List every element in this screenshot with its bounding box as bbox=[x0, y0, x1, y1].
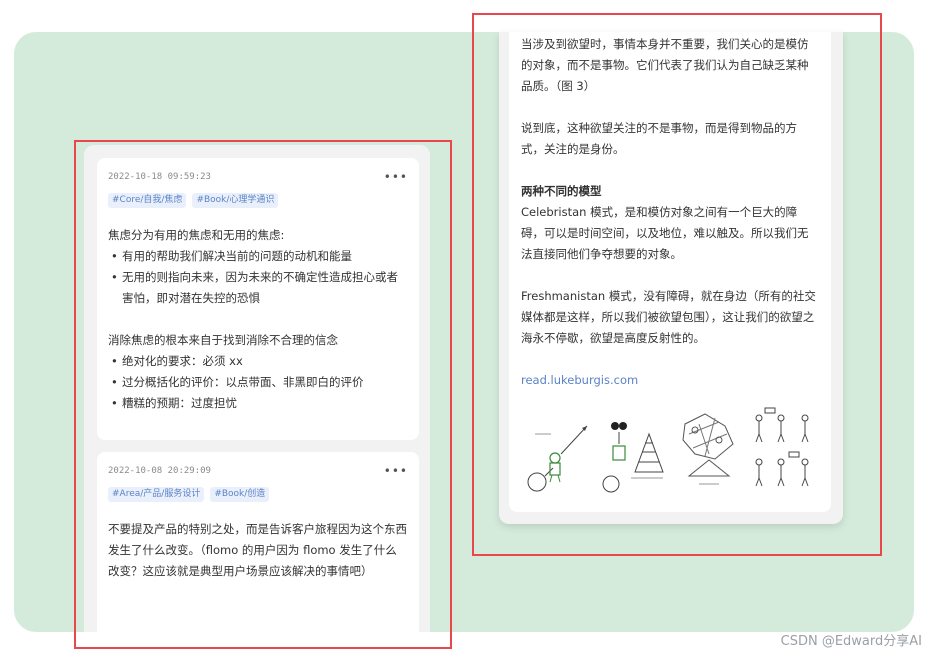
highlight-box-right bbox=[472, 13, 882, 556]
highlight-box-left bbox=[74, 140, 452, 649]
watermark: CSDN @Edward分享AI bbox=[780, 634, 922, 649]
